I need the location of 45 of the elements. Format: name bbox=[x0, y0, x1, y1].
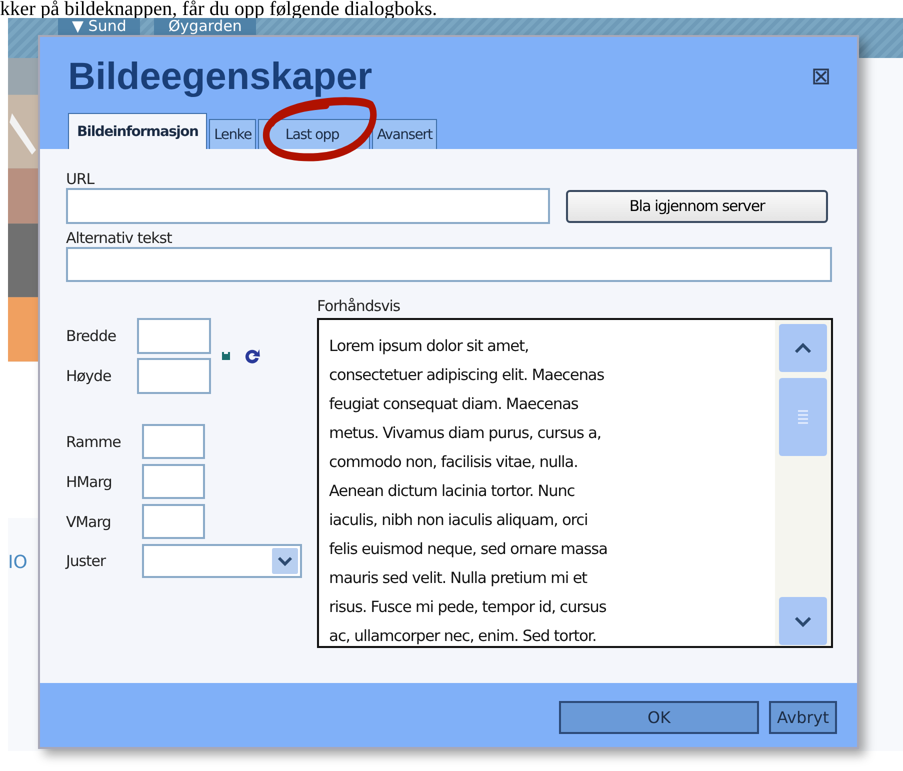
document-text: kker på bildeknappen, får du opp følgende dialogboks. bbox=[0, 0, 438, 18]
spacing-field[interactable] bbox=[142, 504, 205, 539]
url-field[interactable] bbox=[66, 188, 550, 224]
tab[interactable]: Avansert bbox=[372, 119, 438, 149]
nav-tab[interactable]: Øygarden bbox=[154, 18, 256, 35]
preview-text: ac, ullamcorper nec, enim. Sed tortor. bbox=[329, 626, 598, 646]
field-label: URL bbox=[66, 171, 96, 188]
size-field[interactable] bbox=[137, 318, 211, 354]
reset-icon[interactable] bbox=[243, 347, 261, 365]
browse-button[interactable]: Bla igjennom server bbox=[566, 190, 828, 222]
field-label: Juster bbox=[66, 552, 107, 570]
lock-icon[interactable] bbox=[221, 351, 231, 361]
size-field[interactable] bbox=[137, 358, 211, 394]
align-dropdown[interactable] bbox=[142, 544, 302, 578]
scroll-thumb[interactable] bbox=[778, 377, 828, 457]
tab[interactable]: Lenke bbox=[209, 119, 256, 149]
field-label: Høyde bbox=[66, 367, 112, 385]
preview-text: mauris sed velit. Nulla pretium mi et bbox=[329, 568, 588, 589]
preview-text: felis euismod neque, sed ornare massa bbox=[329, 539, 608, 560]
preview-text: Lorem ipsum dolor sit amet, bbox=[329, 336, 530, 357]
field-label: Forhåndsvis bbox=[317, 298, 402, 315]
preview-text: iaculis, nibh non iaculis aliquam, orci bbox=[329, 510, 589, 531]
scroll-down-icon[interactable] bbox=[778, 596, 828, 646]
preview-text: consectetuer adipiscing elit. Maecenas bbox=[329, 365, 605, 386]
page-text: IO bbox=[8, 552, 28, 573]
alt-text-field[interactable] bbox=[66, 247, 832, 282]
dialog-title: Bildeegenskaper bbox=[68, 56, 372, 98]
field-label: Alternativ tekst bbox=[66, 230, 173, 247]
nav-tab[interactable]: ▼ Sund bbox=[58, 18, 140, 35]
field-label: VMarg bbox=[66, 512, 112, 530]
scrollbar[interactable] bbox=[775, 320, 831, 646]
spacing-field[interactable] bbox=[142, 424, 205, 459]
cancel-button[interactable]: Avbryt bbox=[769, 700, 837, 734]
tab[interactable]: Bildeinformasjon bbox=[68, 113, 208, 149]
field-label: Ramme bbox=[66, 432, 122, 450]
scroll-up-icon[interactable] bbox=[778, 323, 828, 373]
field-label: Bredde bbox=[66, 327, 118, 345]
preview-text: risus. Fusce mi pede, tempor id, cursus bbox=[329, 597, 608, 618]
ok-button[interactable]: OK bbox=[559, 700, 760, 734]
spacing-field[interactable] bbox=[142, 464, 205, 499]
field-label: HMarg bbox=[66, 472, 113, 490]
preview-text: metus. Vivamus diam purus, cursus a, bbox=[329, 423, 602, 444]
preview-text: Aenean dictum lacinia tortor. Nunc bbox=[329, 481, 576, 502]
preview-text: commodo non, facilisis vitae, nulla. bbox=[329, 452, 579, 473]
preview-text: feugiat consequat diam. Maecenas bbox=[329, 394, 580, 415]
